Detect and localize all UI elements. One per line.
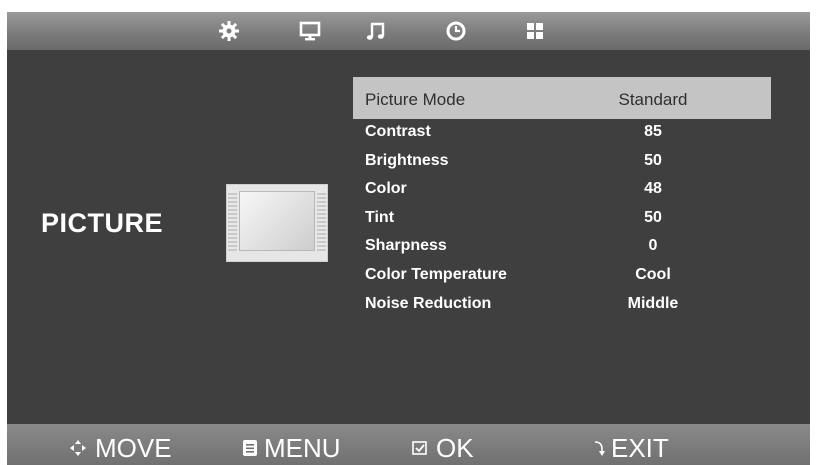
menu-item-noise-reduction[interactable]: Noise Reduction Middle <box>353 291 771 320</box>
clock-icon[interactable] <box>445 20 467 42</box>
menu-item-value: Middle <box>627 294 679 312</box>
menu-item-sharpness[interactable]: Sharpness 0 <box>353 233 771 262</box>
ok-hint: OK <box>412 433 474 463</box>
exit-hint: EXIT <box>593 433 669 463</box>
menu-item-brightness[interactable]: Brightness 50 <box>353 148 771 177</box>
move-hint: MOVE <box>69 433 172 463</box>
menu-item-tint[interactable]: Tint 50 <box>353 205 771 234</box>
menu-item-label: Contrast <box>365 123 431 140</box>
menu-item-value: Cool <box>635 265 671 283</box>
menu-item-label: Brightness <box>365 151 449 169</box>
footer-hint-bar: MOVE MENU OK EXIT <box>7 424 810 465</box>
menu-hint: MENU <box>242 433 341 463</box>
menu-item-value: 50 <box>644 151 662 169</box>
menu-item-value: 48 <box>644 180 662 198</box>
menu-item-label: Color Temperature <box>365 265 507 283</box>
menu-item-label: Color <box>365 180 407 198</box>
section-title: PICTURE <box>41 208 164 238</box>
tab-bar <box>7 12 810 50</box>
menu-label: MENU <box>264 432 341 463</box>
picture-menu: Picture Mode Standard Contrast 85 Bright… <box>353 77 771 319</box>
music-note-icon[interactable] <box>365 20 387 42</box>
exit-arrow-icon <box>593 439 605 457</box>
move-arrows-icon <box>69 439 87 457</box>
menu-item-contrast[interactable]: Contrast 85 <box>353 119 771 148</box>
menu-item-label: Noise Reduction <box>365 294 492 312</box>
menu-icon <box>242 439 258 457</box>
menu-item-value: 0 <box>648 237 658 255</box>
menu-item-value: 85 <box>644 123 662 140</box>
menu-item-value: 50 <box>644 208 662 226</box>
osd-window: PICTURE Picture Mode Standard Contrast 8… <box>7 12 810 465</box>
monitor-icon[interactable] <box>299 20 321 42</box>
menu-item-label: Tint <box>365 208 395 226</box>
menu-item-label: Sharpness <box>365 237 447 255</box>
menu-item-label: Picture Mode <box>365 90 466 109</box>
ok-label: OK <box>436 432 474 463</box>
gear-icon[interactable] <box>218 20 240 42</box>
grid-icon[interactable] <box>524 20 546 42</box>
menu-item-picture-mode[interactable]: Picture Mode Standard <box>353 77 771 119</box>
checkbox-icon <box>412 440 428 456</box>
menu-item-value: Standard <box>618 90 688 109</box>
move-label: MOVE <box>95 432 172 463</box>
menu-item-color[interactable]: Color 48 <box>353 176 771 205</box>
exit-label: EXIT <box>611 432 669 463</box>
tv-picture-icon <box>226 184 328 262</box>
menu-item-color-temperature[interactable]: Color Temperature Cool <box>353 262 771 291</box>
